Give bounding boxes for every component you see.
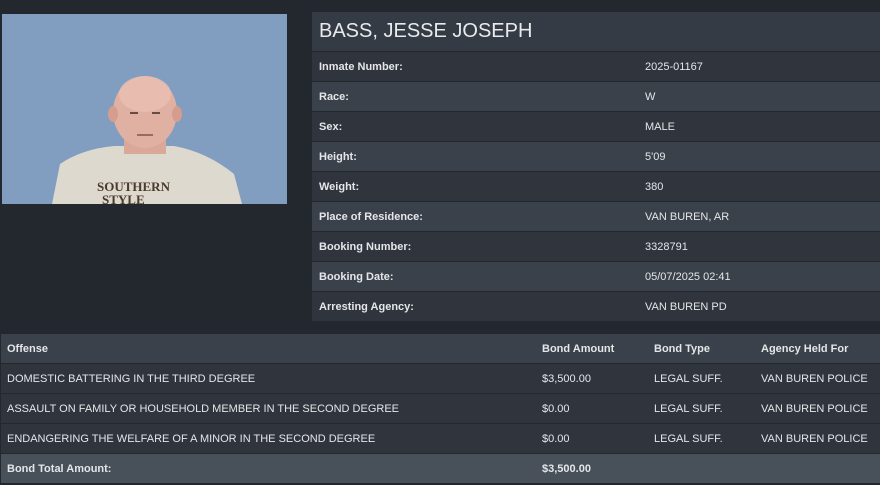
field-label: Sex: — [319, 120, 343, 133]
bond-total-value: $3,500.00 — [536, 453, 648, 484]
field-label: Booking Number: — [319, 240, 412, 253]
column-header-bond-amount: Bond Amount — [536, 334, 648, 364]
bond-amount-cell: $0.00 — [536, 423, 648, 454]
field-label: Booking Date: — [319, 270, 394, 283]
agency-cell: VAN BUREN POLICE — [755, 423, 880, 454]
mugshot-photo: SOUTHERN STYLE — [2, 14, 287, 204]
offense-table-header: Offense Bond Amount Bond Type Agency Hel… — [1, 334, 880, 364]
bond-total-row: Bond Total Amount: $3,500.00 — [1, 453, 880, 484]
field-label: Arresting Agency: — [319, 300, 414, 313]
inmate-info-panel: BASS, JESSE JOSEPH Inmate Number: 2025-0… — [312, 12, 880, 322]
svg-text:STYLE: STYLE — [102, 192, 145, 204]
info-row-booking-number: Booking Number: 3328791 — [312, 232, 880, 262]
info-row-sex: Sex: MALE — [312, 112, 880, 142]
field-label: Weight: — [319, 180, 360, 193]
field-value: VAN BUREN, AR — [645, 210, 730, 223]
offense-cell: ENDANGERING THE WELFARE OF A MINOR IN TH… — [1, 423, 536, 454]
info-row-residence: Place of Residence: VAN BUREN, AR — [312, 202, 880, 232]
bond-type-cell: LEGAL SUFF. — [648, 393, 755, 424]
table-row: DOMESTIC BATTERING IN THE THIRD DEGREE $… — [1, 363, 880, 394]
info-row-weight: Weight: 380 — [312, 172, 880, 202]
agency-cell: VAN BUREN POLICE — [755, 393, 880, 424]
info-row-inmate-number: Inmate Number: 2025-01167 — [312, 52, 880, 82]
field-value: VAN BUREN PD — [645, 300, 727, 313]
empty-cell — [755, 453, 880, 484]
field-label: Place of Residence: — [319, 210, 423, 223]
field-value: MALE — [645, 120, 675, 133]
table-row: ASSAULT ON FAMILY OR HOUSEHOLD MEMBER IN… — [1, 393, 880, 424]
table-row: ENDANGERING THE WELFARE OF A MINOR IN TH… — [1, 423, 880, 454]
offense-cell: ASSAULT ON FAMILY OR HOUSEHOLD MEMBER IN… — [1, 393, 536, 424]
field-label: Height: — [319, 150, 357, 163]
field-value: 3328791 — [645, 240, 688, 253]
field-value: 05/07/2025 02:41 — [645, 270, 731, 283]
empty-cell — [648, 453, 755, 484]
field-value: 380 — [645, 180, 664, 193]
field-value: W — [645, 90, 656, 103]
column-header-bond-type: Bond Type — [648, 334, 755, 364]
info-row-race: Race: W — [312, 82, 880, 112]
field-value: 5'09 — [645, 150, 666, 163]
info-row-booking-date: Booking Date: 05/07/2025 02:41 — [312, 262, 880, 292]
offense-table: Offense Bond Amount Bond Type Agency Hel… — [1, 334, 880, 484]
bond-total-label: Bond Total Amount: — [1, 453, 536, 484]
inmate-name: BASS, JESSE JOSEPH — [312, 12, 880, 52]
field-label: Inmate Number: — [319, 60, 403, 73]
column-header-agency: Agency Held For — [755, 334, 880, 364]
info-row-arresting-agency: Arresting Agency: VAN BUREN PD — [312, 292, 880, 322]
info-row-height: Height: 5'09 — [312, 142, 880, 172]
field-label: Race: — [319, 90, 349, 103]
column-header-offense: Offense — [1, 334, 536, 364]
bond-type-cell: LEGAL SUFF. — [648, 363, 755, 394]
bond-amount-cell: $0.00 — [536, 393, 648, 424]
bond-amount-cell: $3,500.00 — [536, 363, 648, 394]
agency-cell: VAN BUREN POLICE — [755, 363, 880, 394]
field-value: 2025-01167 — [645, 60, 703, 73]
offense-cell: DOMESTIC BATTERING IN THE THIRD DEGREE — [1, 363, 536, 394]
bond-type-cell: LEGAL SUFF. — [648, 423, 755, 454]
